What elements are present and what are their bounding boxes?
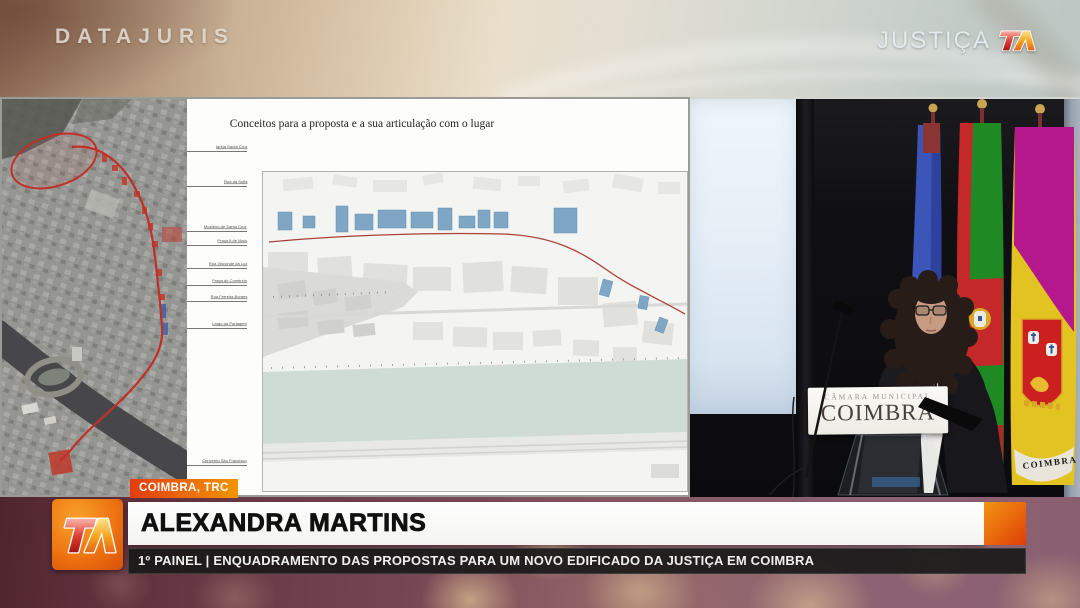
broadcast-frame: DATAJURIS JUSTIÇA — [0, 0, 1080, 608]
speaker-name: ALEXANDRA MARTINS — [141, 502, 984, 545]
topic-bar: 1º PAINEL | ENQUADRAMENTO DAS PROPOSTAS … — [128, 548, 1026, 574]
podium-sign-line2: COIMBRA — [808, 400, 948, 424]
ta-logo-square — [52, 499, 123, 570]
speaker-figure — [820, 247, 1060, 497]
map-label: Mosteiro de Santa Cruz — [187, 223, 261, 235]
map-label: Praça do Comércio — [187, 277, 261, 289]
channel-brand-text: JUSTIÇA — [877, 27, 991, 55]
speaker-name-bar: ALEXANDRA MARTINS — [128, 502, 984, 545]
ta-logo-icon — [59, 508, 117, 562]
slide-title: Conceitos para a proposta e a sua articu… — [192, 118, 532, 130]
aerial-photo-coimbra — [2, 99, 187, 495]
map-label: Largo da Portagem — [187, 320, 261, 332]
map-label: Rua da Sofia — [187, 178, 261, 190]
map-label: Convento São Francisco — [187, 457, 261, 469]
map-label: Rua Visconde da Luz — [187, 260, 261, 272]
presentation-slide: Conceitos para a proposta e a sua articu… — [0, 97, 690, 497]
channel-brand: JUSTIÇA — [877, 25, 1036, 56]
topic-text: 1º PAINEL | ENQUADRAMENTO DAS PROPOSTAS … — [138, 549, 1025, 573]
ta-channel-logo-icon — [996, 25, 1036, 56]
mondego-river — [263, 359, 687, 444]
location-badge: COIMBRA, TRC — [130, 479, 238, 498]
map-label: Igreja Santa Cruz — [187, 143, 261, 155]
projection-screen — [688, 99, 798, 414]
name-bar-orange-cap — [984, 502, 1026, 545]
top-banner: DATAJURIS JUSTIÇA — [0, 0, 1080, 97]
map-label: Rua Ferreira Borges — [187, 293, 261, 305]
map-label: Praça 8 de Maio — [187, 237, 261, 249]
podium-sign: CÂMARA MUNICIPAL COIMBRA — [808, 386, 948, 434]
watermark-datajuris: DATAJURIS — [55, 25, 235, 49]
urban-plan-map — [262, 171, 688, 492]
